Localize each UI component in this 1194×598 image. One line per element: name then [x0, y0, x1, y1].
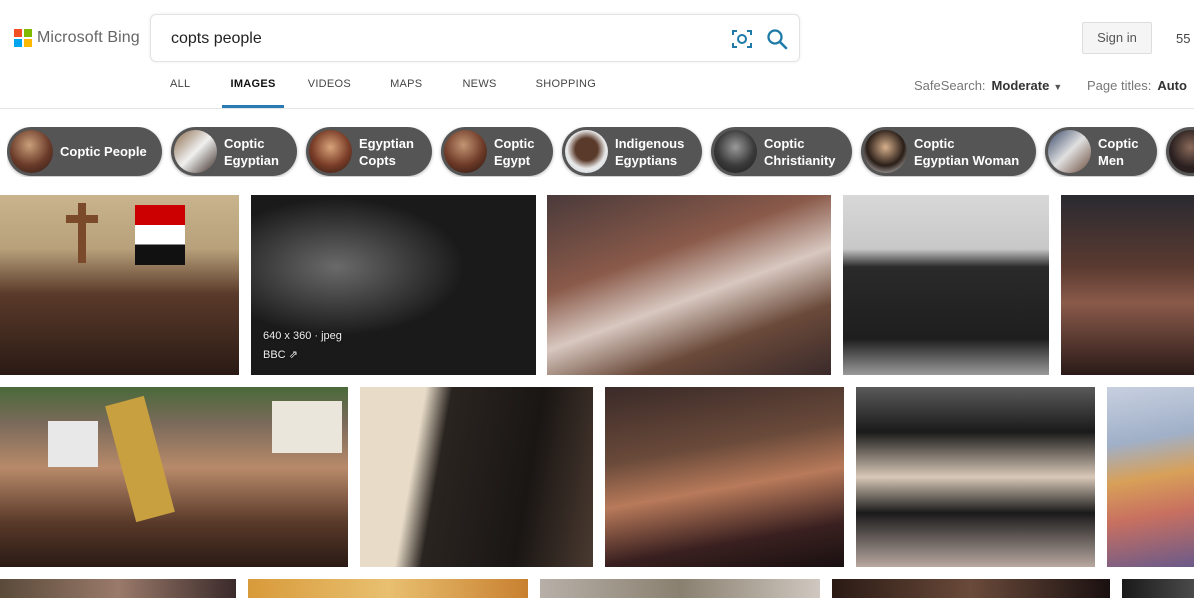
chip-label: Coptic Men [1098, 136, 1139, 168]
chip-thumbnail [444, 130, 487, 173]
tab-shopping[interactable]: SHOPPING [536, 78, 596, 108]
logo-text: Microsoft Bing [37, 29, 140, 46]
related-chip[interactable]: Indigenous Egyptians [562, 127, 702, 176]
book-shape [48, 421, 98, 467]
related-searches: Coptic People Coptic Egyptian Egyptian C… [7, 127, 1194, 177]
tab-videos[interactable]: VIDEOS [308, 78, 351, 108]
safesearch-filter[interactable]: SafeSearch: Moderate ▼ [914, 78, 1062, 93]
image-result[interactable] [248, 579, 528, 598]
chip-label: Coptic Egyptian [224, 136, 279, 168]
related-chip[interactable]: Coptic Men [1045, 127, 1157, 176]
chip-label: Egyptian Copts [359, 136, 414, 168]
chip-label: Coptic People [60, 144, 147, 159]
related-chip[interactable]: Coptic Egyptian Woman [861, 127, 1036, 176]
related-chip[interactable]: Coptic Egypt [441, 127, 553, 176]
related-chip[interactable]: Coptic Egyptian [171, 127, 297, 176]
chip-thumbnail [1169, 130, 1194, 173]
chip-thumbnail [864, 130, 907, 173]
chip-thumbnail [1048, 130, 1091, 173]
search-input[interactable] [171, 27, 711, 51]
chevron-down-icon: ▼ [1053, 82, 1063, 92]
page-titles-filter[interactable]: Page titles: Auto [1087, 78, 1187, 93]
image-result[interactable] [832, 579, 1110, 598]
image-result[interactable] [1107, 387, 1194, 567]
chip-label: Coptic Egyptian Woman [914, 136, 1020, 168]
chip-label: Indigenous Egyptians [615, 136, 685, 168]
related-chip[interactable]: Coptic People [7, 127, 162, 176]
image-result[interactable] [360, 387, 593, 567]
magnifier-icon[interactable] [765, 27, 789, 51]
chip-thumbnail [565, 130, 608, 173]
image-dimensions: 640 x 360 · jpeg [263, 330, 342, 342]
tab-maps[interactable]: MAPS [390, 78, 422, 108]
image-result[interactable] [0, 195, 239, 375]
chip-thumbnail [10, 130, 53, 173]
image-result[interactable] [856, 387, 1095, 567]
image-result[interactable] [0, 387, 348, 567]
sign-in-button[interactable]: Sign in [1082, 22, 1152, 54]
external-link-icon: ⇗ [288, 349, 298, 361]
tab-news[interactable]: NEWS [462, 78, 496, 108]
related-chip[interactable] [1166, 127, 1194, 176]
cross-shape [66, 215, 98, 223]
image-result[interactable] [547, 195, 831, 375]
chip-label: Coptic Christianity [764, 136, 836, 168]
search-box [150, 14, 800, 62]
image-result[interactable] [0, 579, 236, 598]
image-result[interactable] [1061, 195, 1194, 375]
cross-shape [78, 203, 86, 263]
image-hover-info: 640 x 360 · jpeg BBC ⇗ [263, 327, 342, 365]
image-source[interactable]: BBC ⇗ [263, 346, 342, 365]
microsoft-logo-icon [14, 29, 32, 47]
chip-label: Coptic Egypt [494, 136, 535, 168]
image-result[interactable] [843, 195, 1049, 375]
page-titles-value: Auto [1157, 78, 1187, 93]
cross-shape [105, 395, 175, 523]
chip-thumbnail [174, 130, 217, 173]
vertical-tabs: ALL IMAGES VIDEOS MAPS NEWS SHOPPING [170, 78, 596, 108]
source-name: BBC [263, 349, 286, 361]
page-titles-label: Page titles: [1087, 78, 1152, 93]
safesearch-value: Moderate [991, 78, 1050, 93]
chip-thumbnail [714, 130, 757, 173]
image-result[interactable]: 640 x 360 · jpeg BBC ⇗ [251, 195, 536, 375]
book-shape [272, 401, 342, 453]
top-header: Microsoft Bing Sign in 55 ALL IMAGES VID… [0, 0, 1194, 109]
tab-all[interactable]: ALL [170, 78, 190, 108]
image-result[interactable] [540, 579, 820, 598]
camera-scan-icon[interactable] [731, 28, 753, 50]
image-result[interactable] [1122, 579, 1194, 598]
related-chip[interactable]: Coptic Christianity [711, 127, 852, 176]
chip-thumbnail [309, 130, 352, 173]
bing-logo[interactable]: Microsoft Bing [14, 29, 140, 47]
rewards-count[interactable]: 55 [1176, 31, 1190, 46]
image-result[interactable] [605, 387, 844, 567]
safesearch-label: SafeSearch: [914, 78, 986, 93]
tab-images[interactable]: IMAGES [222, 78, 284, 108]
flag-shape [135, 205, 185, 265]
related-chip[interactable]: Egyptian Copts [306, 127, 432, 176]
